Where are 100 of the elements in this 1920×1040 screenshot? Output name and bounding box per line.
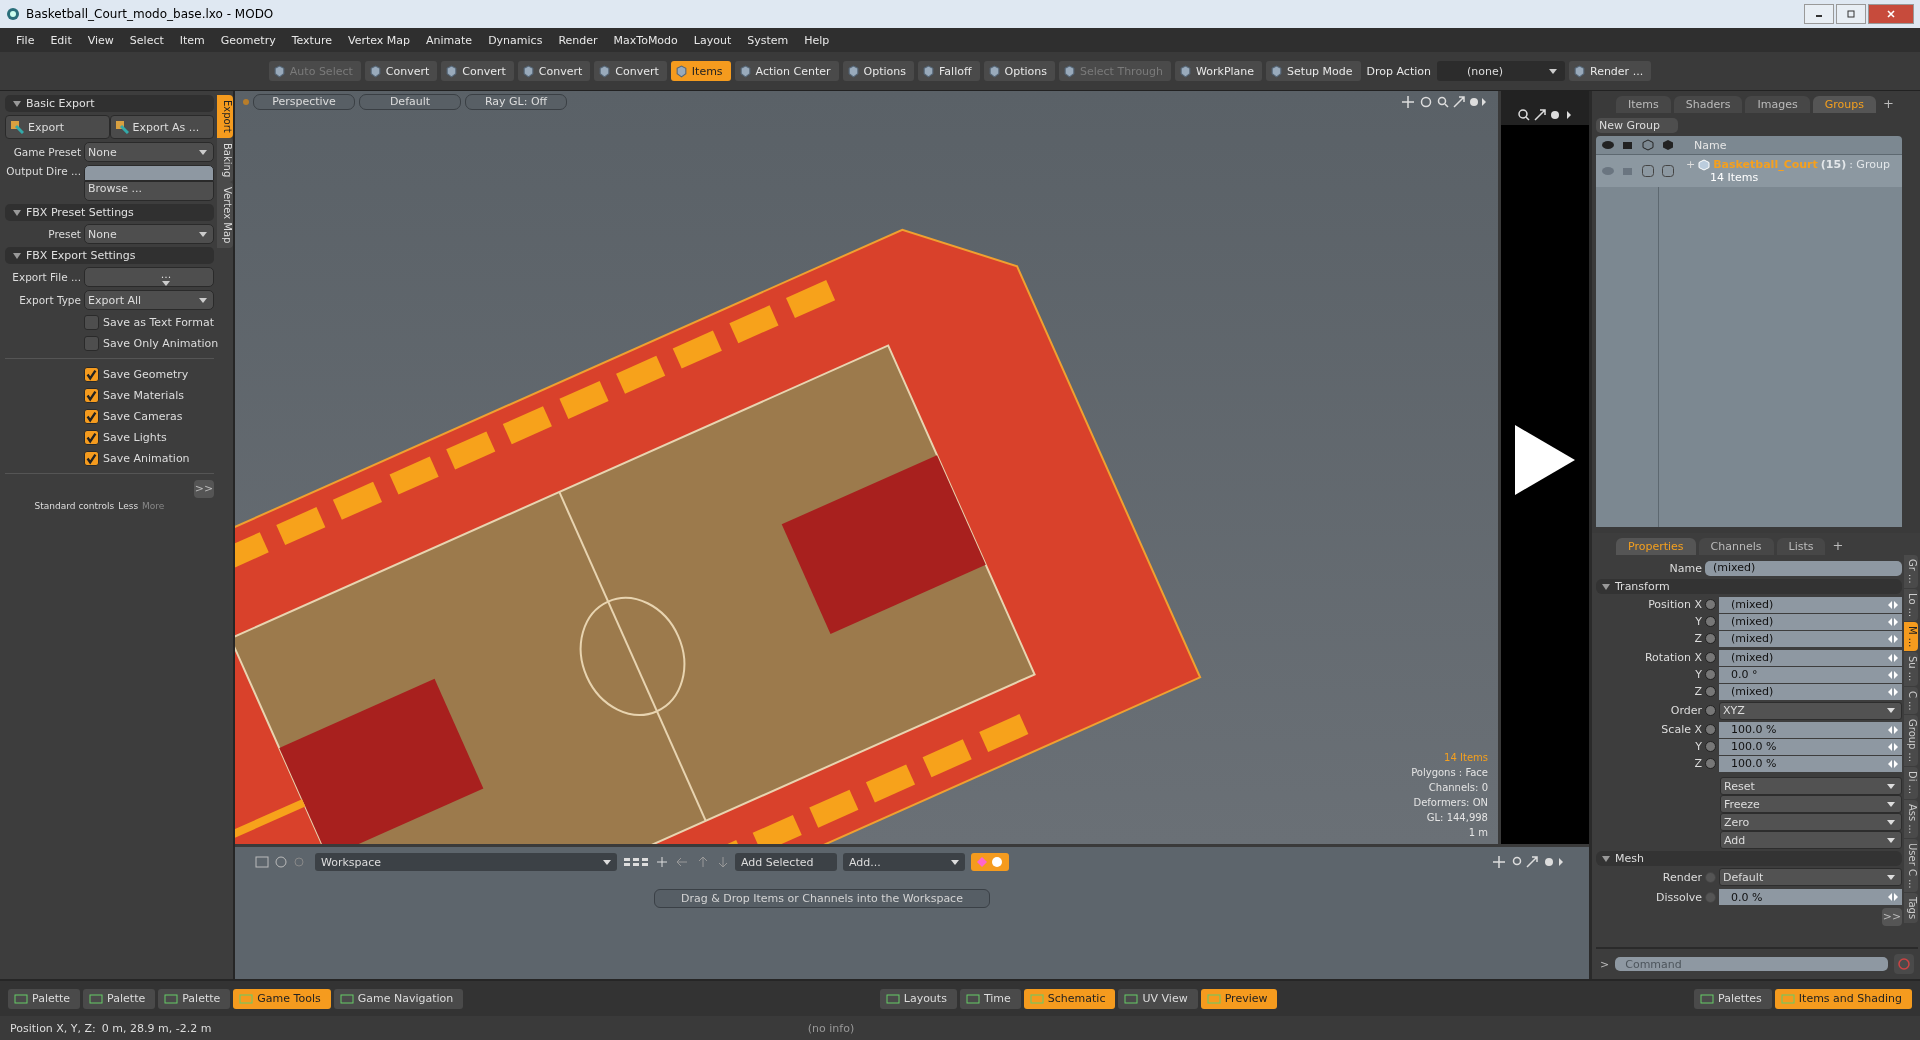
new-group-button[interactable]: New Group — [1596, 118, 1678, 133]
section-header[interactable]: Basic Export — [5, 95, 214, 112]
menu-item[interactable]: Render — [550, 33, 606, 47]
number-field[interactable]: 100.0 % — [1719, 721, 1902, 738]
drag-arrows-icon[interactable] — [1888, 742, 1898, 751]
panel-tab[interactable]: Lists — [1776, 538, 1826, 555]
side-tab[interactable]: Su ... — [1904, 652, 1918, 686]
animate-toggle[interactable] — [1705, 652, 1716, 663]
cube-icon[interactable] — [1662, 139, 1674, 151]
layout-tab[interactable]: Palette — [8, 988, 81, 1009]
render-dropdown[interactable]: Default — [1719, 868, 1902, 886]
game-preset-dropdown[interactable]: None — [84, 142, 214, 162]
less-link[interactable]: Less — [118, 501, 139, 511]
panel-tab[interactable]: Shaders — [1673, 96, 1743, 113]
animate-toggle[interactable] — [1705, 724, 1716, 735]
menu-item[interactable]: Item — [171, 33, 213, 47]
menu-item[interactable]: Dynamics — [480, 33, 551, 47]
add-selected-button[interactable]: Add Selected — [735, 853, 837, 871]
maximize-button[interactable] — [1836, 4, 1866, 24]
toolbar-button[interactable]: Setup Mode — [1266, 61, 1361, 81]
number-field[interactable]: (mixed) — [1719, 613, 1902, 630]
animate-toggle[interactable] — [1705, 741, 1716, 752]
drag-arrows-icon[interactable] — [1888, 617, 1898, 626]
preset-dropdown[interactable]: None — [84, 224, 214, 244]
side-tab[interactable]: Vertex Map — [217, 182, 233, 249]
cube-outline-icon[interactable] — [1642, 139, 1654, 151]
output-directory-field[interactable] — [84, 165, 214, 181]
section-header[interactable]: Mesh — [1596, 851, 1902, 866]
toolbar-button[interactable]: Options — [983, 61, 1055, 81]
menu-item[interactable]: File — [8, 33, 43, 47]
viewport-button[interactable]: Ray GL: Off — [465, 94, 567, 110]
checkbox[interactable] — [84, 387, 99, 403]
animate-toggle[interactable] — [1705, 633, 1716, 644]
drag-arrows-icon[interactable] — [1888, 600, 1898, 609]
camera-icon[interactable] — [1622, 139, 1634, 151]
side-tab[interactable]: C ... — [1904, 686, 1918, 715]
add-tab-button[interactable]: + — [1828, 536, 1848, 555]
layout-tab[interactable]: Palettes — [1694, 988, 1772, 1009]
side-tab[interactable]: Ass ... — [1904, 799, 1918, 838]
menu-item[interactable]: Help — [796, 33, 838, 47]
menu-item[interactable]: Layout — [685, 33, 740, 47]
drag-arrows-icon[interactable] — [1888, 893, 1898, 901]
key-toggle-button[interactable] — [971, 853, 1009, 871]
drag-arrows-icon[interactable] — [1888, 653, 1898, 662]
checkbox[interactable] — [84, 366, 99, 382]
panel-tab[interactable]: Channels — [1698, 538, 1774, 555]
drag-arrows-icon[interactable] — [1888, 687, 1898, 696]
command-field[interactable]: Command — [1615, 957, 1888, 971]
layout-tab[interactable]: Game Tools — [233, 988, 331, 1009]
export-file-dropdown[interactable]: ... — [84, 267, 214, 287]
animate-toggle[interactable] — [1705, 616, 1716, 627]
toolbar-dropdown[interactable]: (none) — [1437, 61, 1565, 81]
action-dropdown[interactable]: Add — [1720, 831, 1902, 849]
toolbar-button[interactable]: Items — [670, 61, 731, 81]
menu-item[interactable]: Geometry — [212, 33, 284, 47]
number-field[interactable]: 0.0 % — [1719, 889, 1902, 905]
name-field[interactable]: (mixed) — [1705, 560, 1902, 576]
side-tab[interactable]: User C ... — [1904, 838, 1918, 893]
animate-toggle[interactable] — [1705, 891, 1716, 903]
menu-item[interactable]: System — [739, 33, 797, 47]
toolbar-button[interactable]: Render ... — [1569, 61, 1652, 81]
menu-item[interactable]: Texture — [283, 33, 340, 47]
toolbar-button[interactable]: Action Center — [734, 61, 839, 81]
eye-icon[interactable] — [1602, 139, 1614, 151]
expand-button[interactable]: >> — [1882, 908, 1902, 926]
section-header[interactable]: FBX Export Settings — [5, 247, 214, 264]
number-field[interactable]: 100.0 % — [1719, 738, 1902, 755]
layout-tab[interactable]: Preview — [1200, 988, 1278, 1009]
side-tab[interactable]: Baking — [217, 137, 233, 182]
export-button[interactable]: Export — [5, 115, 110, 139]
export-button[interactable]: Export As ... — [109, 115, 214, 139]
menu-item[interactable]: Edit — [42, 33, 80, 47]
viewport-button[interactable]: Default — [359, 94, 461, 110]
checkbox[interactable] — [84, 335, 99, 351]
toggle-box-icon[interactable] — [1642, 165, 1654, 177]
side-tab[interactable]: M ... — [1904, 621, 1918, 652]
layout-tab[interactable]: UV View — [1118, 988, 1198, 1009]
number-field[interactable]: (mixed) — [1719, 596, 1902, 613]
animate-toggle[interactable] — [1705, 669, 1716, 680]
panel-tab[interactable]: Items — [1616, 96, 1671, 113]
grid-layout-icon[interactable] — [623, 857, 649, 867]
play-icon[interactable] — [1515, 425, 1575, 495]
toolbar-button[interactable]: Convert — [441, 61, 514, 81]
number-field[interactable]: 0.0 ° — [1719, 666, 1902, 683]
number-field[interactable]: (mixed) — [1719, 683, 1902, 700]
action-dropdown[interactable]: Reset — [1720, 777, 1902, 795]
animate-toggle[interactable] — [1705, 758, 1716, 769]
checkbox[interactable] — [84, 429, 99, 445]
workspace-dropdown[interactable]: Workspace — [315, 853, 617, 871]
panel-tab[interactable]: Groups — [1812, 96, 1876, 113]
toggle-box-icon[interactable] — [1662, 165, 1674, 177]
layout-tab[interactable]: Items and Shading — [1774, 988, 1912, 1009]
menu-item[interactable]: Select — [121, 33, 172, 47]
viewport[interactable]: Perspective Default Ray GL: Off 14 Items Polygons : Face Channels: 0 Deformers: ON GL: 144,998 1 m — [235, 91, 1498, 844]
close-button[interactable] — [1868, 4, 1914, 24]
preview-controls-icon[interactable] — [1517, 109, 1573, 121]
toolbar-button[interactable]: Options — [842, 61, 915, 81]
side-tab[interactable]: Export — [217, 95, 233, 138]
side-tab[interactable]: Di ... — [1904, 767, 1918, 799]
side-tab[interactable]: Gr ... — [1904, 555, 1918, 588]
